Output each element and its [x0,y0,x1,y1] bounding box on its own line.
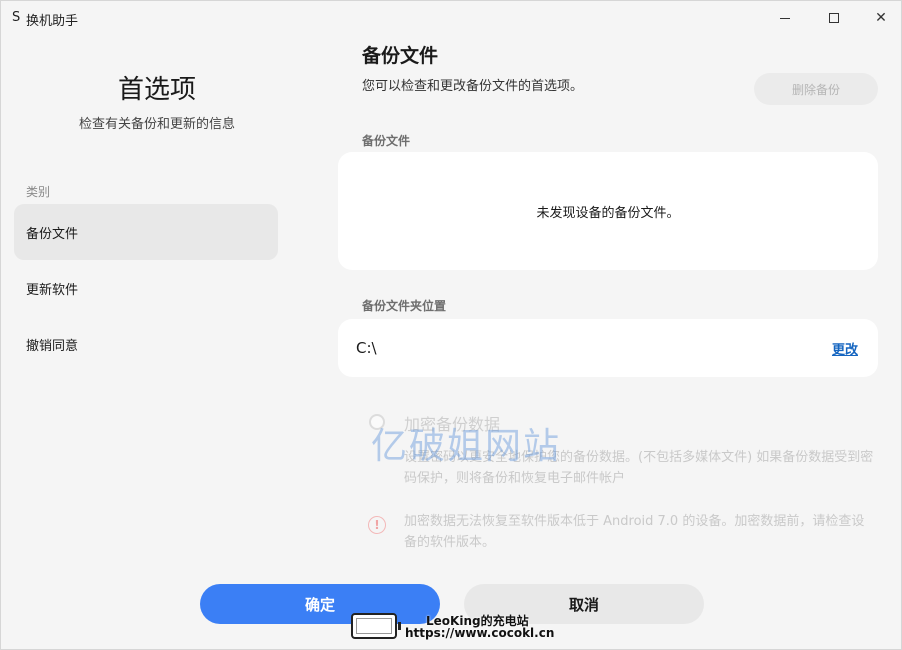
watermark: 亿破姐网站 [371,426,562,467]
minimize-icon [780,17,790,19]
sidebar-item-label: 备份文件 [26,226,79,242]
sidebar-item-label: 撤销同意 [26,338,79,354]
change-folder-link[interactable]: 更改 [832,339,858,358]
sidebar-item-update-software[interactable]: 更新软件 [14,260,278,316]
minimize-button[interactable] [762,1,808,35]
folder-path: C:\ [356,339,377,357]
battery-icon [351,613,401,639]
page-title: 备份文件 [362,45,439,67]
confirm-button[interactable]: 确定 [200,584,440,624]
app-logo-icon: S [12,10,21,25]
title-bar: S 换机助手 ✕ [1,1,901,35]
sidebar-subtitle: 检查有关备份和更新的信息 [78,117,235,132]
folder-location-label: 备份文件夹位置 [362,299,447,313]
close-icon: ✕ [875,10,887,26]
badge-line2: https://www.cocokl.cn [405,626,555,640]
category-label: 类别 [26,185,51,199]
window-title: 换机助手 [26,14,79,29]
app-window: S 换机助手 ✕ 首选项 检查有关备份和更新的信息 类别 备份文件 更新软件 撤… [0,0,902,650]
sidebar-item-label: 更新软件 [26,282,79,298]
maximize-button[interactable] [811,1,857,35]
sidebar-item-backup-files[interactable]: 备份文件 [14,204,278,260]
sidebar-item-revoke-consent[interactable]: 撤销同意 [14,316,278,372]
empty-message: 未发现设备的备份文件。 [536,205,680,221]
backup-files-label: 备份文件 [362,134,411,148]
encrypt-warning: 加密数据无法恢复至软件版本低于 Android 7.0 的设备。加密数据前，请检… [404,514,865,550]
backup-files-card: 未发现设备的备份文件。 [338,152,878,270]
sidebar-title: 首选项 [117,75,196,105]
close-button[interactable]: ✕ [858,1,902,35]
battery-inner [356,618,392,634]
delete-backup-button[interactable]: 删除备份 [754,73,878,105]
maximize-icon [829,13,839,23]
warning-icon: ! [368,516,386,534]
folder-location-card: C:\ 更改 [338,319,878,377]
page-description: 您可以检查和更改备份文件的首选项。 [362,79,584,94]
